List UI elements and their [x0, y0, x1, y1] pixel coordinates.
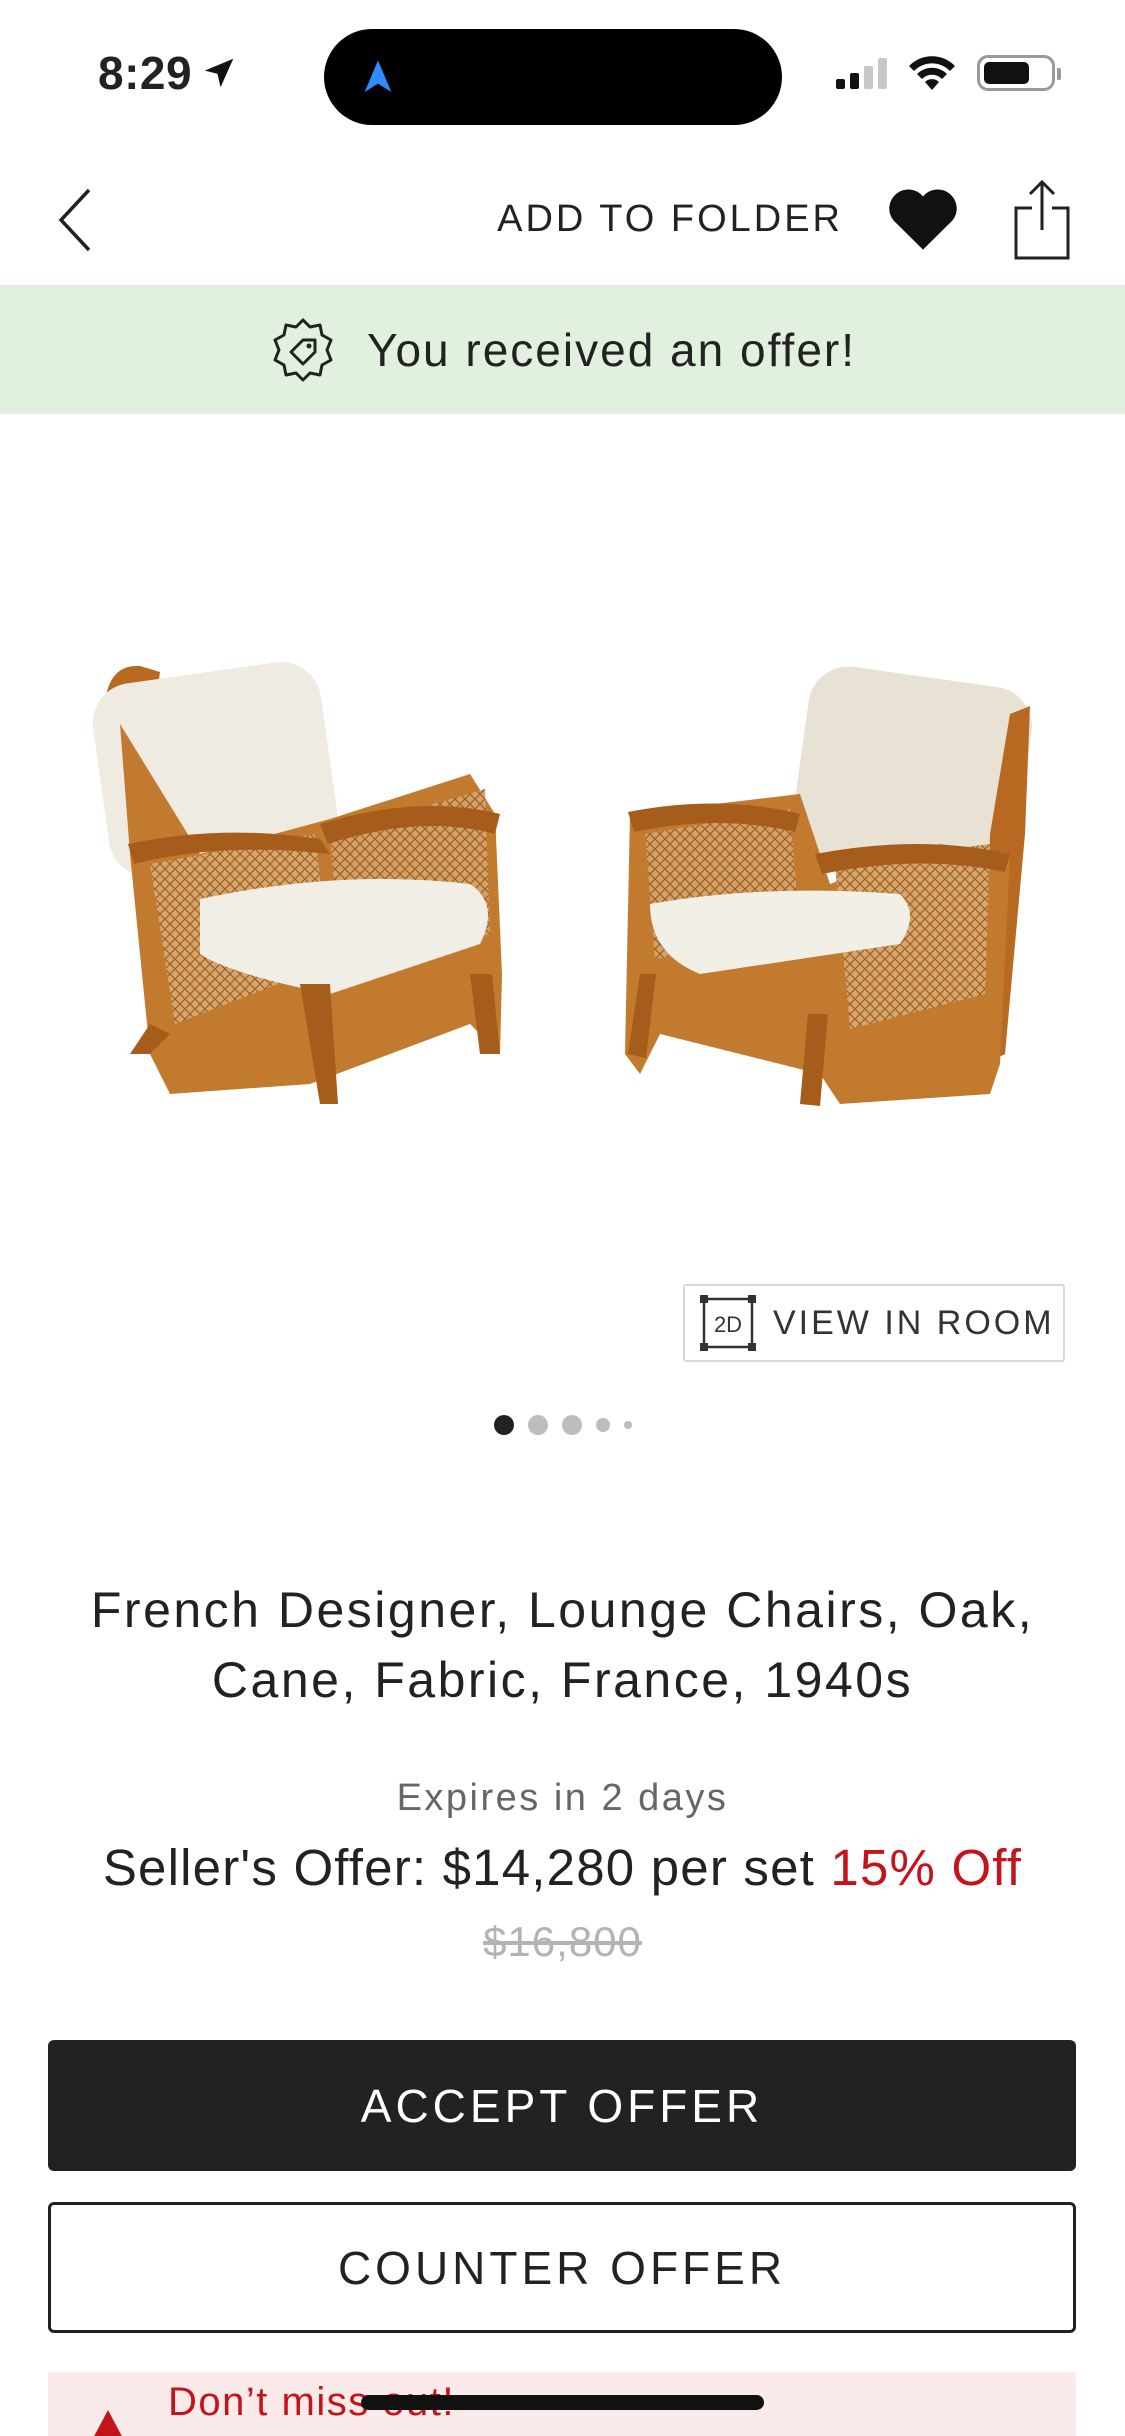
- offer-banner-text: You received an offer!: [367, 323, 856, 376]
- dynamic-island: [324, 29, 782, 125]
- cellular-signal-icon: [836, 57, 887, 89]
- counter-offer-button[interactable]: COUNTER OFFER: [48, 2202, 1076, 2333]
- accept-offer-button[interactable]: ACCEPT OFFER: [48, 2040, 1076, 2171]
- status-time: 8:29: [98, 47, 193, 99]
- carousel-dot[interactable]: [527, 1415, 548, 1435]
- view-2d-icon: 2D: [700, 1295, 756, 1351]
- alert-icon: [94, 2410, 122, 2436]
- price-tag-icon: [273, 318, 333, 381]
- left-chair-illustration: [92, 662, 502, 1104]
- offer-banner[interactable]: You received an offer!: [0, 285, 1125, 414]
- share-button[interactable]: [1010, 178, 1074, 262]
- add-to-folder-button[interactable]: ADD TO FOLDER: [497, 198, 843, 241]
- carousel-dot[interactable]: [561, 1415, 582, 1435]
- seller-offer-label: Seller's Offer: $14,280 per set: [102, 1839, 816, 1896]
- seller-offer: Seller's Offer: $14,280 per set 15% Off: [0, 1838, 1125, 1897]
- navigation-arrow-icon: [364, 60, 392, 92]
- view-in-room-label: VIEW IN ROOM: [773, 1303, 1055, 1342]
- share-icon: [1014, 179, 1070, 260]
- wifi-icon: [909, 56, 955, 90]
- carousel-dot[interactable]: [595, 1418, 610, 1432]
- discount-badge: 15% Off: [830, 1839, 1023, 1896]
- home-indicator[interactable]: [361, 2395, 764, 2410]
- heart-icon: [889, 189, 957, 250]
- location-arrow-icon: [204, 58, 234, 88]
- back-button[interactable]: [40, 180, 110, 260]
- status-indicators: [836, 54, 1061, 92]
- battery-icon: [977, 55, 1061, 91]
- carousel-dot-active[interactable]: [493, 1415, 514, 1435]
- status-time-group: 8:29: [98, 46, 238, 100]
- carousel-dots[interactable]: [0, 1410, 1125, 1440]
- right-chair-illustration: [625, 666, 1032, 1106]
- product-image[interactable]: [0, 414, 1125, 1374]
- carousel-dot[interactable]: [623, 1421, 632, 1429]
- status-bar: 8:29: [0, 0, 1125, 150]
- original-price: $16,800: [483, 1918, 642, 1965]
- view-in-room-button[interactable]: 2D VIEW IN ROOM: [683, 1284, 1065, 1362]
- product-title: French Designer, Lounge Chairs, Oak, Can…: [90, 1582, 1035, 1708]
- offer-expiry: Expires in 2 days: [396, 1777, 729, 1819]
- view-2d-icon-text: 2D: [714, 1312, 742, 1337]
- chevron-left-icon: [58, 188, 91, 252]
- nav-bar: ADD TO FOLDER: [0, 150, 1125, 285]
- favorite-button[interactable]: [883, 178, 963, 258]
